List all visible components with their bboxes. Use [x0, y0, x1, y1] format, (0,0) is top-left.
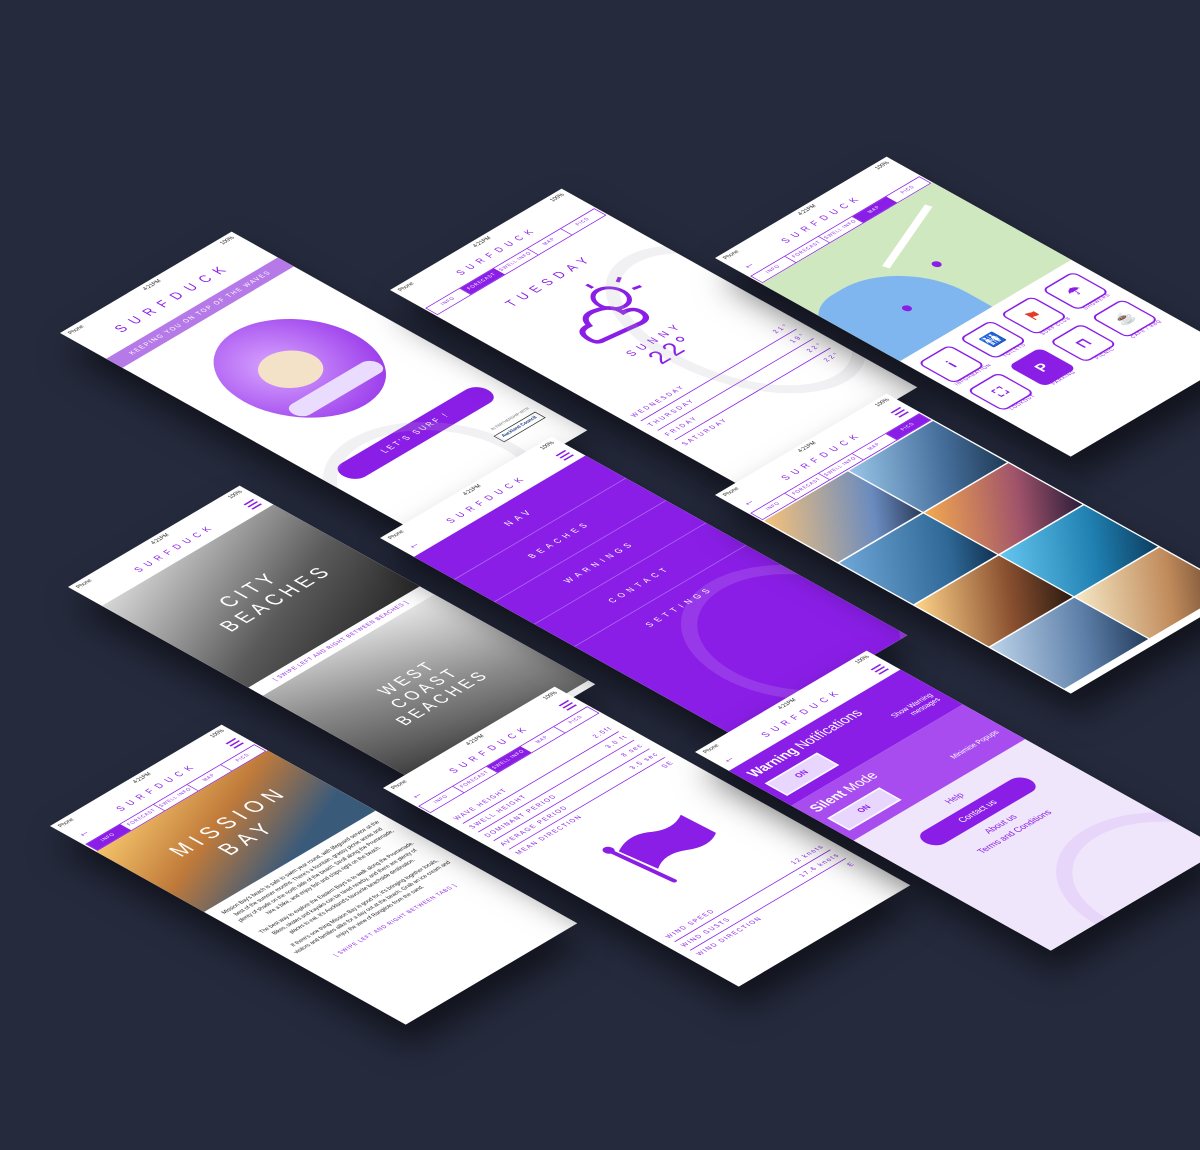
mockup-scene: Phone 4:21PM 100% SURFDUCK KEEPING YOU O…	[0, 0, 1200, 1150]
west-coast-title: WEST COAST BEACHES	[373, 658, 495, 728]
swell-value: SE	[659, 759, 677, 770]
duck-illustration	[178, 298, 422, 438]
app-logo-text: SURFDUCK	[454, 225, 541, 277]
beach-title: MISSION BAY	[162, 782, 296, 861]
city-beaches-title: CITY BEACHES	[213, 562, 339, 635]
lookout-icon: ⛶	[966, 372, 1036, 412]
information-icon: i	[917, 344, 986, 384]
wind-value: E	[845, 860, 857, 868]
